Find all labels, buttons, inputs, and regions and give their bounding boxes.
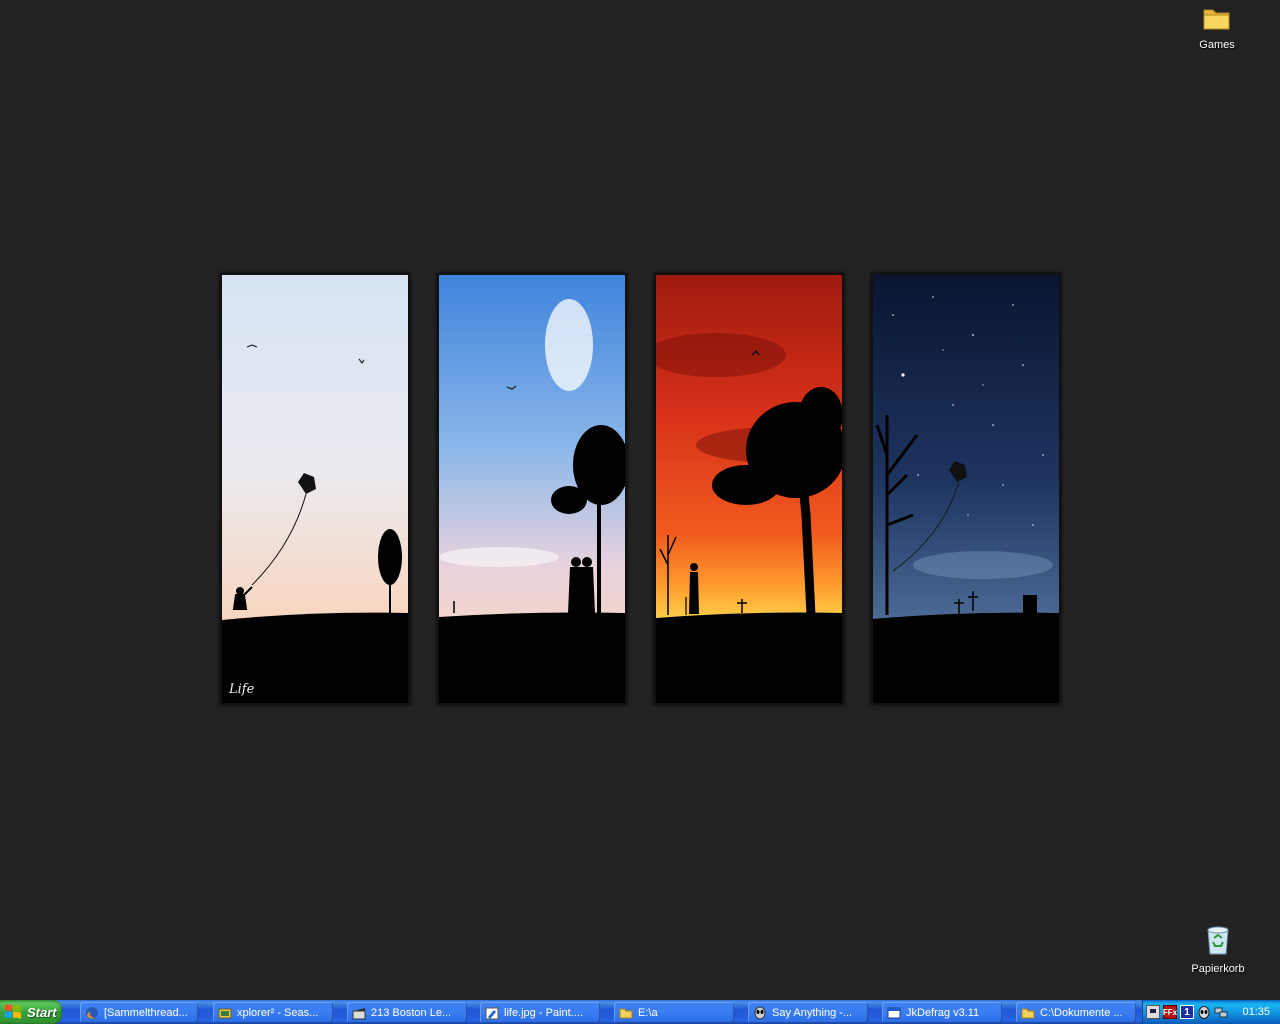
system-tray: FFx 1 01:35 [1142,1000,1280,1024]
taskbar-button-label: 213 Boston Le... [371,1006,452,1019]
one-icon[interactable]: 1 [1180,1005,1194,1019]
folder-icon [1202,4,1232,35]
taskbar-button-label: JkDefrag v3.11 [906,1006,980,1019]
wallpaper-panel-blue-sky [437,273,627,705]
start-button[interactable]: Start [0,1000,62,1024]
monitor-icon[interactable] [1146,1005,1160,1019]
start-label: Start [27,1004,57,1020]
taskbar-button-folder-dokumente[interactable]: C:\Dokumente ... [1016,1002,1136,1023]
alien-icon[interactable] [1197,1005,1211,1019]
window-icon [886,1005,902,1021]
taskbar-button-folder-e[interactable]: E:\a [614,1002,734,1023]
taskbar-button-label: [Sammelthread... [104,1006,188,1019]
desktop-icon-games[interactable]: Games [1182,4,1252,51]
windows-logo-icon [4,1003,22,1022]
taskbar-button-say-anything[interactable]: Say Anything -... [748,1002,868,1023]
firefox-icon [84,1005,100,1021]
taskbar-button-paint[interactable]: life.jpg - Paint.... [480,1002,600,1023]
desktop-icon-label: Games [1199,39,1235,51]
wallpaper-panel-sunset [654,273,844,705]
taskbar-button-label: xplorer² - Seas... [237,1006,319,1019]
desktop-icon-label: Papierkorb [1191,963,1245,975]
taskbar-button-label: Say Anything -... [772,1006,853,1019]
taskbar-button-firefox[interactable]: [Sammelthread... [80,1002,198,1023]
wallpaper-panel-night [871,273,1061,705]
ffx-icon[interactable]: FFx [1163,1005,1177,1019]
wallpaper-panel-day: Life [220,273,410,705]
taskbar-button-label: life.jpg - Paint.... [504,1006,583,1019]
wallpaper-signature: Life [229,682,255,697]
paint-icon [484,1005,500,1021]
folder-icon [1020,1005,1036,1021]
clapper-icon [351,1005,367,1021]
taskbar-button-jkdefrag[interactable]: JkDefrag v3.11 [882,1002,1002,1023]
xplorer-icon [217,1005,233,1021]
taskbar-button-label: E:\a [638,1006,658,1019]
recycle-bin-icon [1203,924,1233,959]
taskbar-button-media[interactable]: 213 Boston Le... [347,1002,467,1023]
clock[interactable]: 01:35 [1242,1006,1270,1018]
alien-icon [752,1005,768,1021]
network-icon[interactable] [1214,1005,1228,1019]
taskbar-button-xplorer[interactable]: xplorer² - Seas... [213,1002,333,1023]
folder-icon [618,1005,634,1021]
taskbar-button-label: C:\Dokumente ... [1040,1006,1123,1019]
taskbar: Start [Sammelthread... xplorer² - Seas..… [0,1000,1280,1024]
desktop-icon-recycle-bin[interactable]: Papierkorb [1183,924,1253,975]
